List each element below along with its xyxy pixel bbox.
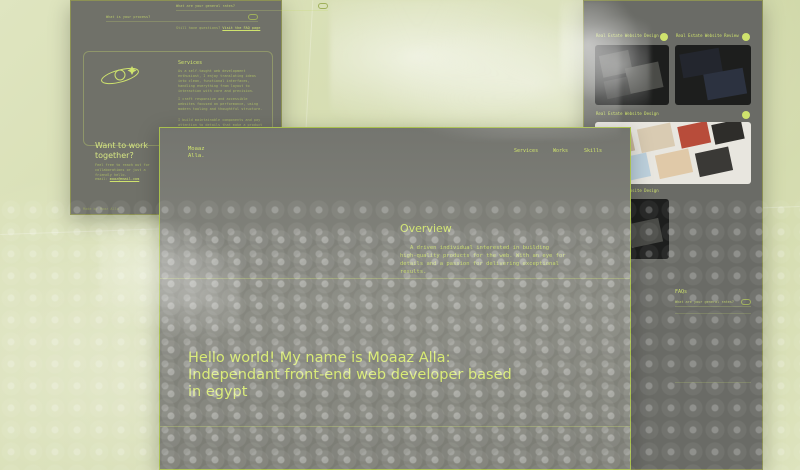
project-title: Real Estate Website Review [676, 33, 739, 38]
hero-headline: Hello world! My name is Moaaz Alla: Inde… [188, 350, 512, 400]
divider [160, 426, 630, 427]
more-questions-text: Still have questions? [176, 26, 221, 30]
dark-screens-image [679, 47, 748, 101]
plus-icon[interactable] [248, 13, 258, 20]
footer-text: Made by Moaz Alla [83, 207, 119, 211]
nav-link-skills[interactable]: Skills [584, 148, 602, 154]
nav-link-services[interactable]: Services [514, 148, 538, 154]
dark-screens-image [598, 49, 664, 100]
email-link[interactable]: moaz@email.com [110, 177, 140, 181]
services-title: Services [178, 60, 203, 66]
faq-item[interactable]: What are your general rates? [675, 297, 751, 307]
logo-line: Moaaz [188, 146, 205, 152]
project-thumbnail[interactable] [595, 45, 669, 105]
arrow-icon[interactable] [742, 111, 750, 119]
arrow-icon[interactable] [660, 33, 668, 41]
plus-icon[interactable] [318, 2, 328, 9]
faq-question: What is your process? [106, 14, 151, 19]
cta-title: Want to work together? [95, 141, 148, 160]
faq-list [675, 313, 751, 383]
faq-item[interactable]: What are your general rates? [176, 1, 328, 11]
services-paragraph: As a self-taught web development enthusi… [178, 69, 256, 93]
cta-body: Feel free to reach out for collaboration… [95, 163, 150, 177]
faq-question: What are your general rates? [176, 3, 236, 8]
nav-link-works[interactable]: Works [553, 148, 568, 154]
faq-item[interactable]: What is your process? [106, 12, 258, 22]
divider [160, 278, 630, 279]
overview-body: A driven individual interested in buildi… [400, 245, 566, 275]
services-paragraph: I craft responsive and accessible websit… [178, 97, 263, 111]
faq-title: FAQs [675, 289, 688, 295]
main-page-mockup: Moaaz Alla. Services Works Skills Overvi… [159, 127, 631, 470]
project-thumbnail[interactable] [675, 45, 751, 105]
overview-title: Overview [400, 222, 452, 235]
email-label: email: [95, 177, 108, 181]
plus-icon[interactable] [741, 298, 751, 305]
project-title: Real Estate Website Design [596, 111, 659, 116]
project-title: Real Estate Website Design [596, 33, 659, 38]
faq-page-link[interactable]: Visit the FAQ page [222, 26, 260, 30]
faq-question: What are your general rates? [675, 299, 735, 304]
orbit-planet-icon [101, 66, 139, 85]
logo-line: Alla. [188, 153, 205, 159]
arrow-icon[interactable] [742, 33, 750, 41]
site-logo[interactable]: Moaaz Alla. [188, 146, 205, 160]
